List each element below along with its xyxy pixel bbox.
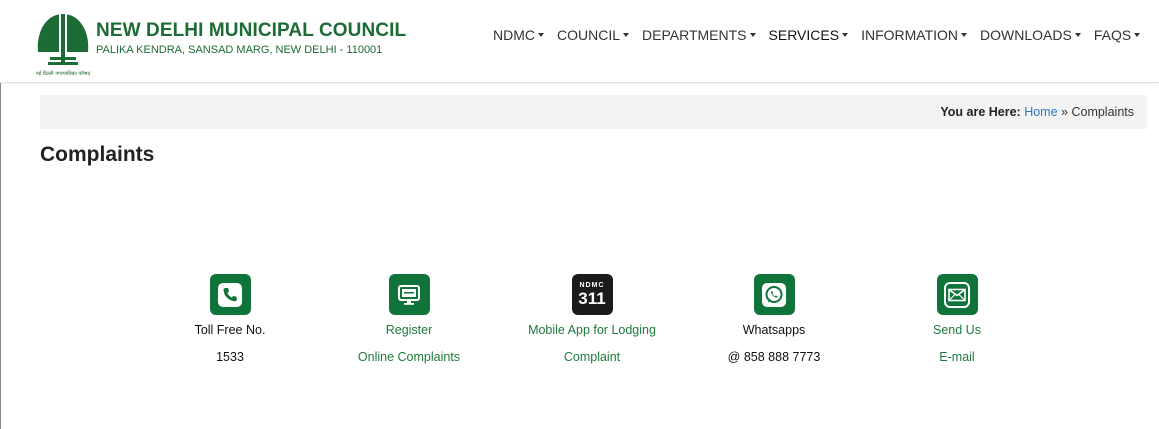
mail-icon[interactable] [936,274,978,315]
email-option[interactable]: Send Us E-mail [862,274,1052,365]
nav-ndmc[interactable]: NDMC [493,27,544,43]
option-value[interactable]: Online Complaints [314,349,504,365]
option-label[interactable]: Mobile App for Lodging [497,322,687,338]
site-title[interactable]: NEW DELHI MUNICIPAL COUNCIL [96,20,406,42]
nav-label: FAQS [1093,27,1132,43]
option-value[interactable]: E-mail [862,349,1052,365]
caret-down-icon [538,33,544,37]
option-label: Whatsapps [742,323,806,337]
nav-services[interactable]: SERVICES [769,27,849,43]
site-header: नई दिल्ली नगरपालिका परिषद NEW DELHI MUNI… [0,0,1159,83]
option-value: @ 858 888 7773 [727,350,821,364]
nav-downloads[interactable]: DOWNLOADS [980,27,1081,43]
ndmc-logo-icon[interactable]: नई दिल्ली नगरपालिका परिषद [32,8,94,80]
caret-down-icon [842,33,849,37]
whatsapp-icon[interactable] [753,274,795,315]
breadcrumb-home-link[interactable]: Home [1024,105,1057,119]
app-icon-number: 311 [578,288,606,308]
option-value: 1533 [216,350,244,364]
phone-icon[interactable] [209,274,251,315]
ndmc-311-app-icon[interactable]: NDMC 311 [571,274,613,315]
online-complaints-option[interactable]: Register Online Complaints [314,274,504,365]
nav-label: COUNCIL [557,27,621,43]
breadcrumb-separator: » [1061,105,1068,119]
nav-information[interactable]: INFORMATION [861,27,968,43]
logo-caption: नई दिल्ली नगरपालिका परिषद [36,70,91,77]
caret-down-icon [749,33,756,37]
option-label[interactable]: Send Us [862,322,1052,338]
toll-free-option[interactable]: Toll Free No. 1533 [135,274,325,365]
page-title: Complaints [40,143,155,166]
main-nav: NDMC COUNCIL DEPARTMENTS SERVICES INFORM… [493,27,1141,43]
nav-departments[interactable]: DEPARTMENTS [642,27,756,43]
site-address: PALIKA KENDRA, SANSAD MARG, NEW DELHI - … [96,44,383,56]
breadcrumb-current: Complaints [1071,105,1134,119]
breadcrumb: You are Here: Home » Complaints [940,105,1134,119]
nav-label: INFORMATION [861,27,959,43]
nav-faqs[interactable]: FAQS [1093,27,1141,43]
nav-label: NDMC [493,27,535,43]
breadcrumb-prefix: You are Here: [940,105,1021,119]
nav-label: DEPARTMENTS [642,27,747,43]
nav-label: DOWNLOADS [980,27,1072,43]
caret-down-icon [1074,33,1081,37]
caret-down-icon [1134,33,1141,37]
mobile-app-option[interactable]: NDMC 311 Mobile App for Lodging Complain… [497,274,687,365]
option-value[interactable]: Complaint [497,349,687,365]
breadcrumb-bar: You are Here: Home » Complaints [40,95,1147,129]
whatsapp-option[interactable]: Whatsapps @ 858 888 7773 [679,274,869,365]
nav-label: SERVICES [768,27,840,43]
caret-down-icon [961,33,968,37]
option-label[interactable]: Register [314,322,504,338]
monitor-icon[interactable] [388,274,430,315]
caret-down-icon [623,33,630,37]
option-label: Toll Free No. [194,323,266,337]
nav-council[interactable]: COUNCIL [557,27,630,43]
